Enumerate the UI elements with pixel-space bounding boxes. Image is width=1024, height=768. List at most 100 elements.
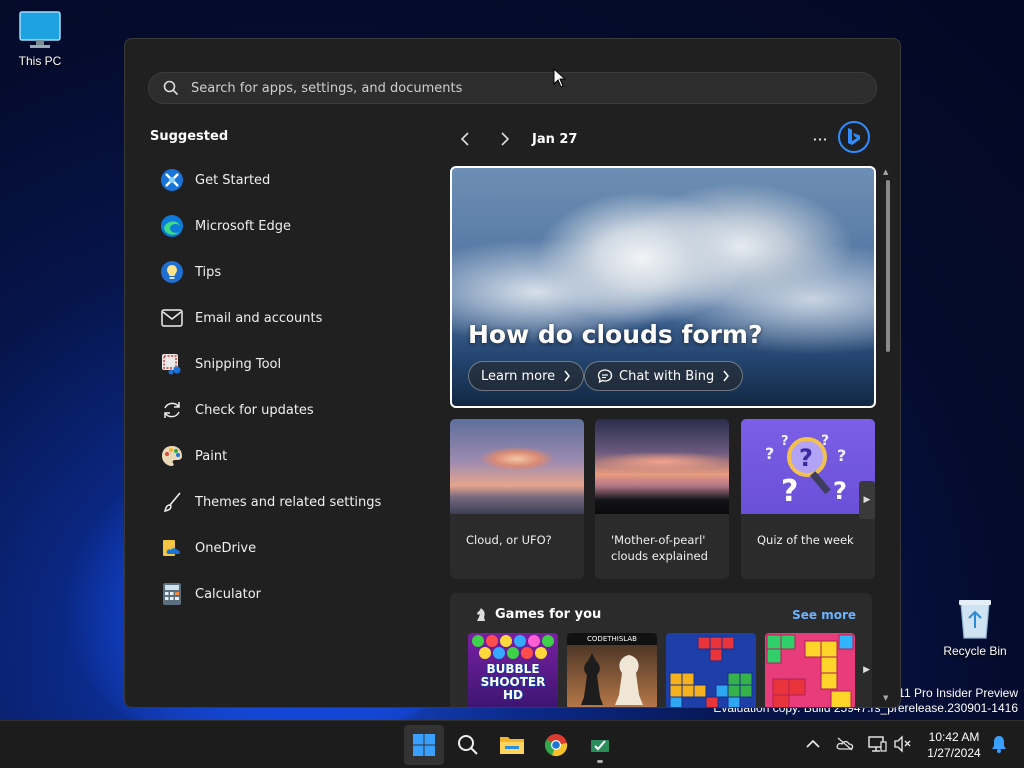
search-input[interactable]	[191, 80, 791, 96]
colored-blocks-icon	[766, 634, 854, 707]
feed-navbar: Jan 27	[450, 125, 860, 153]
start-button[interactable]	[404, 725, 444, 765]
suggested-item-onedrive[interactable]: OneDrive	[150, 525, 430, 571]
tips-icon	[159, 259, 185, 285]
blocks-icon	[669, 636, 753, 707]
suggested-item-label: Email and accounts	[195, 310, 323, 326]
search-box[interactable]	[148, 72, 877, 104]
onedrive-offline-icon[interactable]	[834, 733, 856, 755]
file-explorer-button[interactable]	[492, 725, 532, 765]
card-caption: Cloud, or UFO?	[466, 533, 552, 547]
suggested-item-email[interactable]: Email and accounts	[150, 295, 430, 341]
hero-title: How do clouds form?	[468, 320, 763, 349]
get-started-icon	[159, 167, 185, 193]
taskbar-clock[interactable]: 10:42 AM 1/27/2024	[920, 729, 988, 761]
scroll-thumb[interactable]	[886, 180, 890, 352]
card-image-ufo-cloud	[450, 419, 584, 514]
desktop-icon-this-pc[interactable]: This PC	[0, 10, 80, 68]
suggested-item-label: Microsoft Edge	[195, 218, 292, 234]
feed-card-cloud-ufo[interactable]: Cloud, or UFO?	[450, 419, 584, 579]
bing-icon[interactable]	[838, 121, 870, 153]
taskbar: 10:42 AM 1/27/2024	[0, 720, 1024, 768]
brush-icon	[159, 489, 185, 515]
cards-next-arrow-icon[interactable]: ▶	[859, 481, 875, 519]
card-caption: Quiz of the week	[757, 533, 854, 547]
chevron-left-icon[interactable]	[450, 125, 480, 153]
calculator-icon	[159, 581, 185, 607]
feed-scrollbar[interactable]: ▲ ▼	[882, 166, 894, 706]
game-tile-bubble-shooter[interactable]: BUBBLE SHOOTER HD	[468, 633, 558, 707]
suggested-item-label: Get Started	[195, 172, 271, 188]
taskbar-search-button[interactable]	[448, 725, 488, 765]
suggested-item-get-started[interactable]: Get Started	[150, 157, 430, 203]
learn-more-button[interactable]: Learn more	[468, 361, 585, 391]
svg-text:?: ?	[781, 434, 789, 449]
suggested-item-label: Tips	[195, 264, 222, 280]
feed-card-quiz[interactable]: ? ? ? ? ? ? ? Quiz of the week	[741, 419, 875, 579]
chevron-right-icon[interactable]	[490, 125, 520, 153]
see-more-link[interactable]: See more	[792, 608, 856, 622]
desktop-icon-label: Recycle Bin	[943, 644, 1007, 658]
chrome-button[interactable]	[536, 725, 576, 765]
svg-text:?: ?	[799, 444, 813, 472]
paint-icon	[159, 443, 185, 469]
magnifier-question-icon: ? ? ? ? ? ? ?	[765, 433, 847, 509]
svg-text:?: ?	[765, 444, 774, 463]
card-caption: 'Mother-of-pearl' clouds explained	[611, 533, 708, 563]
mouse-cursor-icon	[553, 68, 567, 88]
game-tile-chess[interactable]: CODETHISLAB	[567, 633, 657, 707]
more-options-button[interactable]: ···	[805, 125, 835, 153]
card-image-quiz: ? ? ? ? ? ? ?	[741, 419, 875, 514]
chrome-icon	[544, 734, 568, 757]
clock-date: 1/27/2024	[927, 746, 981, 760]
show-hidden-icons-chevron-up-icon[interactable]	[802, 733, 824, 755]
suggested-item-tips[interactable]: Tips	[150, 249, 430, 295]
hero-card[interactable]: How do clouds form? Learn more Chat with…	[450, 166, 876, 408]
onedrive-icon	[159, 535, 185, 561]
feed-date: Jan 27	[532, 131, 578, 147]
search-icon	[163, 80, 179, 96]
app-window-icon	[591, 740, 609, 752]
chevron-right-icon	[723, 370, 730, 382]
suggested-item-themes[interactable]: Themes and related settings	[150, 479, 430, 525]
desktop-icon-recycle-bin[interactable]: Recycle Bin	[935, 596, 1015, 658]
chat-with-bing-button[interactable]: Chat with Bing	[584, 361, 744, 391]
chat-icon	[597, 369, 613, 384]
desktop-icon-label: This PC	[18, 54, 62, 68]
suggested-item-label: Check for updates	[195, 402, 314, 418]
learn-more-label: Learn more	[481, 368, 556, 384]
suggested-item-calculator[interactable]: Calculator	[150, 571, 430, 617]
game-tile-block-puzzle[interactable]	[666, 633, 756, 707]
card-image-sunset-clouds	[595, 419, 729, 514]
suggested-list: Get Started Microsoft Edge Tips Email an…	[150, 157, 430, 617]
notification-bell-icon[interactable]	[988, 733, 1010, 755]
scroll-up-arrow-icon[interactable]: ▲	[883, 168, 888, 176]
chess-pieces-icon	[581, 653, 643, 705]
suggested-item-edge[interactable]: Microsoft Edge	[150, 203, 430, 249]
suggested-heading: Suggested	[150, 129, 229, 144]
suggested-item-check-updates[interactable]: Check for updates	[150, 387, 430, 433]
suggested-item-snipping-tool[interactable]: Snipping Tool	[150, 341, 430, 387]
watermark-edition: s 11 Pro Insider Preview	[888, 686, 1018, 700]
feed-card-mother-of-pearl[interactable]: 'Mother-of-pearl' clouds explained	[595, 419, 729, 579]
search-icon	[458, 735, 478, 755]
chevron-right-icon	[564, 370, 571, 382]
edge-icon	[159, 213, 185, 239]
network-icon[interactable]	[866, 733, 888, 755]
games-heading: Games for you	[495, 607, 602, 622]
svg-text:?: ?	[837, 446, 846, 465]
game-tile-color-blocks[interactable]	[765, 633, 855, 707]
clock-time: 10:42 AM	[928, 730, 980, 744]
feed-cards: Cloud, or UFO? 'Mother-of-pearl' clouds …	[450, 419, 876, 579]
scroll-down-arrow-icon[interactable]: ▼	[883, 694, 888, 702]
monitor-icon	[19, 11, 61, 48]
game-tile-title: CODETHISLAB	[567, 633, 657, 645]
games-next-arrow-icon[interactable]: ▶	[863, 665, 870, 675]
running-app-button[interactable]	[580, 725, 620, 765]
suggested-item-paint[interactable]: Paint	[150, 433, 430, 479]
mail-icon	[159, 305, 185, 331]
suggested-item-label: Snipping Tool	[195, 356, 282, 372]
chess-knight-icon	[477, 608, 485, 621]
volume-muted-icon[interactable]	[892, 733, 914, 755]
suggested-item-label: Calculator	[195, 586, 262, 602]
